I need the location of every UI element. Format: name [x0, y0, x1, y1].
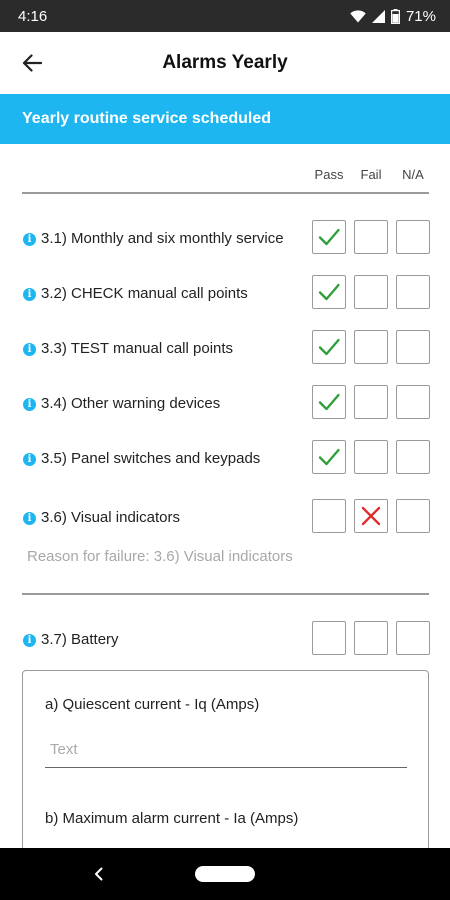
info-icon[interactable]: i: [23, 398, 36, 411]
fail-checkbox[interactable]: [354, 385, 388, 419]
pass-checkbox[interactable]: [312, 440, 346, 474]
checklist-item-label: 3.5) Panel switches and keypads: [41, 450, 261, 467]
column-headers: Pass Fail N/A: [0, 167, 450, 187]
max-alarm-current-label: b) Maximum alarm current - Ia (Amps): [45, 810, 299, 827]
pass-checkbox[interactable]: [312, 330, 346, 364]
status-bar: 4:16 71%: [0, 0, 450, 32]
app-bar: Alarms Yearly: [0, 32, 450, 94]
fail-checkbox[interactable]: [354, 621, 388, 655]
status-banner: Yearly routine service scheduled: [0, 94, 450, 144]
na-checkbox[interactable]: [396, 275, 430, 309]
info-icon[interactable]: i: [23, 288, 36, 301]
pass-checkbox[interactable]: [312, 220, 346, 254]
info-icon[interactable]: i: [23, 343, 36, 356]
pass-checkbox[interactable]: [312, 499, 346, 533]
battery-measurements-card: a) Quiescent current - Iq (Amps) b) Maxi…: [22, 670, 429, 848]
checklist-row: i 3.3) TEST manual call points: [0, 330, 450, 373]
checkmark-icon: [318, 228, 340, 246]
pass-checkbox[interactable]: [312, 621, 346, 655]
checklist-row: i 3.6) Visual indicators: [0, 499, 450, 542]
checklist-row: i 3.5) Panel switches and keypads: [0, 440, 450, 483]
na-checkbox[interactable]: [396, 330, 430, 364]
wifi-icon: [350, 9, 366, 22]
pass-checkbox[interactable]: [312, 275, 346, 309]
fail-checkbox[interactable]: [354, 275, 388, 309]
navigation-bar: [0, 848, 450, 900]
na-checkbox[interactable]: [396, 621, 430, 655]
checklist-item-label: 3.6) Visual indicators: [41, 509, 180, 526]
header-divider: [22, 192, 429, 194]
failure-reason-field[interactable]: Reason for failure: 3.6) Visual indicato…: [27, 548, 293, 565]
info-icon[interactable]: i: [23, 453, 36, 466]
page-title: Alarms Yearly: [162, 52, 288, 73]
info-icon[interactable]: i: [23, 233, 36, 246]
nav-back-button[interactable]: [88, 862, 108, 886]
status-time: 4:16: [18, 7, 48, 25]
fail-checkbox[interactable]: [354, 499, 388, 533]
quiescent-current-label: a) Quiescent current - Iq (Amps): [45, 696, 260, 713]
chevron-left-icon: [94, 867, 102, 881]
info-icon[interactable]: i: [23, 512, 36, 525]
checklist-content: Pass Fail N/A i 3.1) Monthly and six mont…: [0, 144, 450, 848]
na-checkbox[interactable]: [396, 499, 430, 533]
fail-checkbox[interactable]: [354, 330, 388, 364]
checklist-row: i 3.1) Monthly and six monthly service: [0, 220, 450, 263]
checkmark-icon: [318, 338, 340, 356]
checkmark-icon: [318, 448, 340, 466]
info-icon[interactable]: i: [23, 634, 36, 647]
checklist-row: i 3.2) CHECK manual call points: [0, 275, 450, 318]
pass-checkbox[interactable]: [312, 385, 346, 419]
battery-percent: 71%: [405, 7, 436, 25]
checkmark-icon: [318, 283, 340, 301]
reason-divider: [22, 593, 429, 595]
checklist-item-label: 3.4) Other warning devices: [41, 395, 221, 412]
fail-checkbox[interactable]: [354, 220, 388, 254]
checklist-item-label: 3.3) TEST manual call points: [41, 340, 234, 357]
na-checkbox[interactable]: [396, 440, 430, 474]
battery-icon: [390, 8, 400, 24]
checklist-row: i 3.7) Battery: [0, 621, 450, 664]
nav-home-pill[interactable]: [195, 866, 255, 882]
checklist-item-label: 3.1) Monthly and six monthly service: [41, 230, 284, 247]
column-header-na: N/A: [402, 167, 424, 182]
na-checkbox[interactable]: [396, 385, 430, 419]
cross-icon: [361, 506, 381, 526]
checklist-item-label: 3.2) CHECK manual call points: [41, 285, 248, 302]
status-icons: 71%: [350, 8, 436, 25]
fail-checkbox[interactable]: [354, 440, 388, 474]
signal-icon: [371, 9, 385, 23]
back-button[interactable]: [14, 45, 50, 81]
checkmark-icon: [318, 393, 340, 411]
arrow-left-icon: [22, 54, 42, 72]
checklist-row: i 3.4) Other warning devices: [0, 385, 450, 428]
na-checkbox[interactable]: [396, 220, 430, 254]
quiescent-current-input[interactable]: [45, 732, 407, 768]
checklist-item-label: 3.7) Battery: [41, 631, 119, 648]
